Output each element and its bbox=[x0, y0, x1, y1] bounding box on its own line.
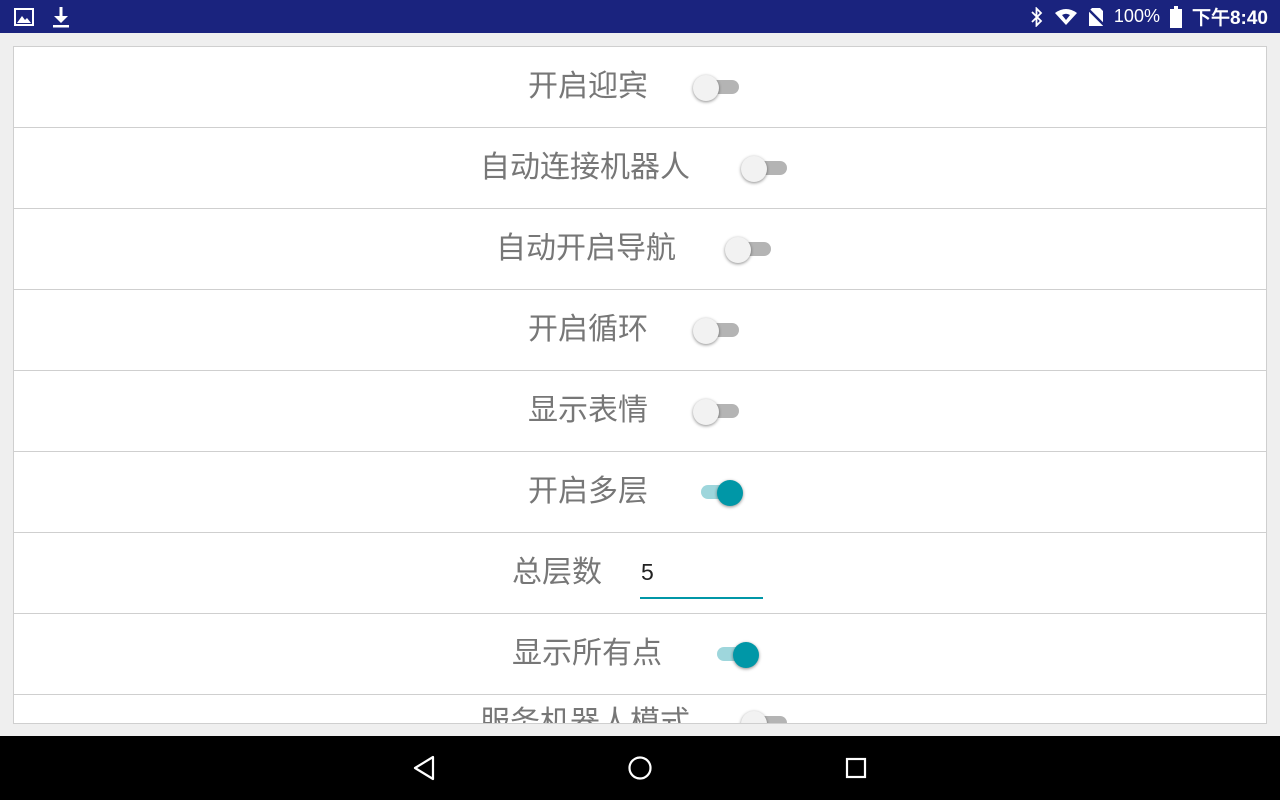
setting-row-multi-floor: 开启多层 bbox=[14, 452, 1266, 533]
setting-row-total-floors: 总层数 5 bbox=[14, 533, 1266, 614]
setting-label: 显示所有点 bbox=[512, 636, 662, 671]
wifi-icon bbox=[1054, 8, 1077, 25]
status-bar: 100% 下午8:40 bbox=[0, 0, 1280, 33]
recents-button[interactable] bbox=[836, 748, 876, 788]
setting-label: 服务机器人模式 bbox=[480, 705, 690, 724]
home-button[interactable] bbox=[620, 748, 660, 788]
recents-icon bbox=[845, 757, 867, 779]
welcome-toggle[interactable] bbox=[693, 75, 741, 101]
switch-thumb bbox=[693, 75, 719, 101]
auto-navigation-toggle[interactable] bbox=[725, 237, 773, 263]
setting-label: 开启迎宾 bbox=[528, 69, 648, 104]
download-icon bbox=[53, 6, 69, 27]
clock: 下午8:40 bbox=[1191, 8, 1268, 29]
total-floors-value: 5 bbox=[641, 559, 654, 585]
setting-row-service-robot-mode: 服务机器人模式 bbox=[14, 695, 1266, 723]
setting-label: 自动开启导航 bbox=[496, 231, 676, 266]
switch-thumb bbox=[733, 642, 759, 668]
back-icon bbox=[413, 755, 435, 781]
battery-percent: 100% bbox=[1113, 6, 1160, 26]
setting-row-welcome: 开启迎宾 bbox=[14, 47, 1266, 128]
switch-thumb bbox=[693, 318, 719, 344]
loop-toggle[interactable] bbox=[693, 318, 741, 344]
battery-icon bbox=[1169, 5, 1182, 28]
bluetooth-icon bbox=[1031, 6, 1043, 27]
auto-connect-robot-toggle[interactable] bbox=[741, 156, 789, 182]
multi-floor-toggle[interactable] bbox=[693, 480, 743, 506]
switch-thumb bbox=[725, 237, 751, 263]
setting-label: 开启循环 bbox=[528, 312, 648, 347]
navigation-bar bbox=[0, 736, 1280, 800]
setting-label: 总层数 bbox=[512, 555, 602, 590]
settings-list: 开启迎宾 自动连接机器人 自动开启导航 开启循环 显示表情 开启多层 总层数 5… bbox=[13, 46, 1267, 724]
setting-row-loop: 开启循环 bbox=[14, 290, 1266, 371]
setting-row-auto-connect-robot: 自动连接机器人 bbox=[14, 128, 1266, 209]
setting-label: 开启多层 bbox=[528, 474, 648, 509]
show-expression-toggle[interactable] bbox=[693, 399, 741, 425]
setting-row-auto-navigation: 自动开启导航 bbox=[14, 209, 1266, 290]
switch-thumb bbox=[717, 480, 743, 506]
setting-label: 自动连接机器人 bbox=[480, 150, 690, 185]
back-button[interactable] bbox=[404, 748, 444, 788]
home-icon bbox=[628, 756, 652, 780]
switch-thumb bbox=[693, 399, 719, 425]
setting-row-show-expression: 显示表情 bbox=[14, 371, 1266, 452]
image-icon bbox=[14, 7, 34, 26]
no-sim-icon bbox=[1087, 7, 1104, 26]
switch-thumb bbox=[741, 156, 767, 182]
setting-label: 显示表情 bbox=[528, 393, 648, 428]
switch-thumb bbox=[741, 711, 767, 723]
show-all-points-toggle[interactable] bbox=[709, 642, 759, 668]
service-robot-mode-toggle[interactable] bbox=[741, 711, 789, 723]
total-floors-input[interactable]: 5 bbox=[640, 553, 763, 599]
